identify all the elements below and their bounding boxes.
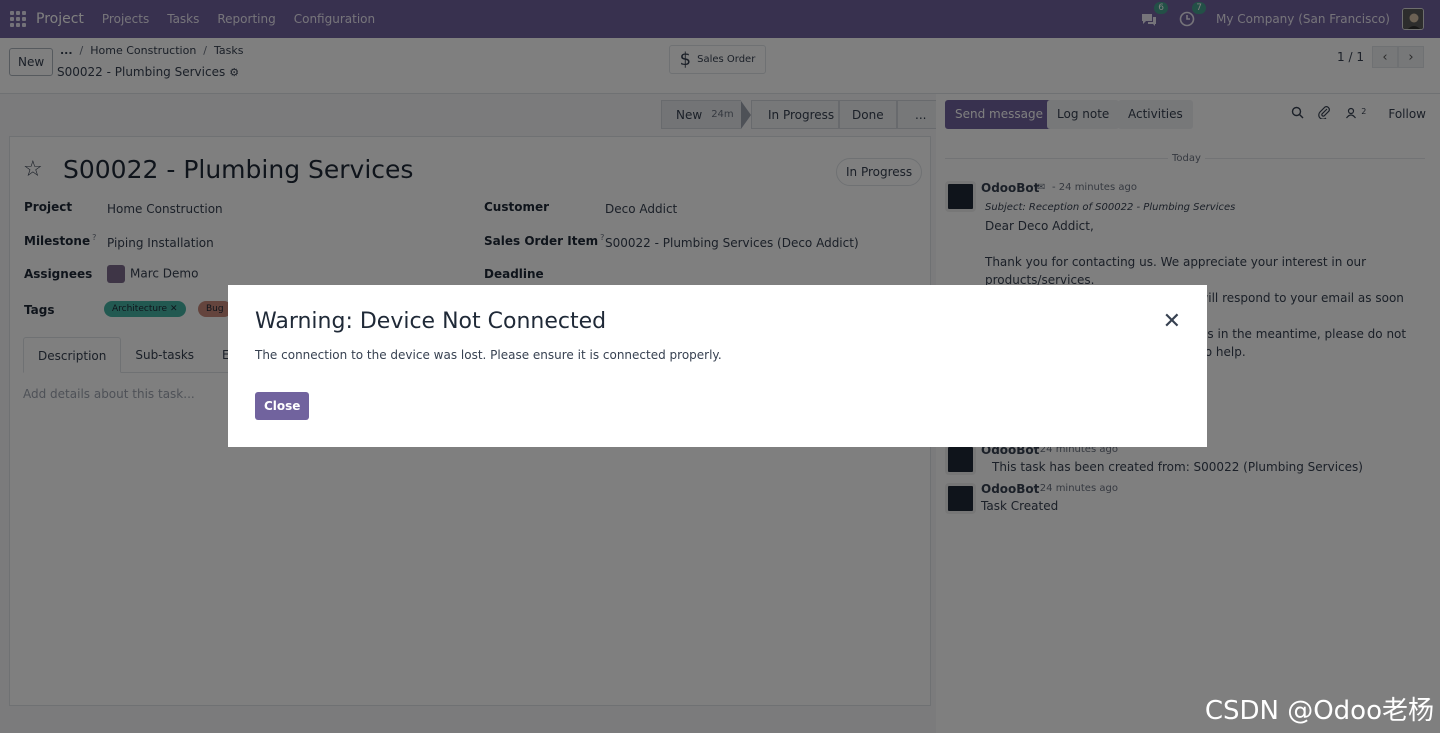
close-icon[interactable]: ✕ [1163, 311, 1181, 333]
warning-dialog: Warning: Device Not Connected ✕ The conn… [228, 285, 1207, 447]
dialog-title: Warning: Device Not Connected [255, 309, 607, 334]
close-button[interactable]: Close [255, 392, 310, 420]
dialog-message: The connection to the device was lost. P… [255, 348, 722, 362]
watermark: CSDN @Odoo老杨 [1204, 696, 1434, 726]
